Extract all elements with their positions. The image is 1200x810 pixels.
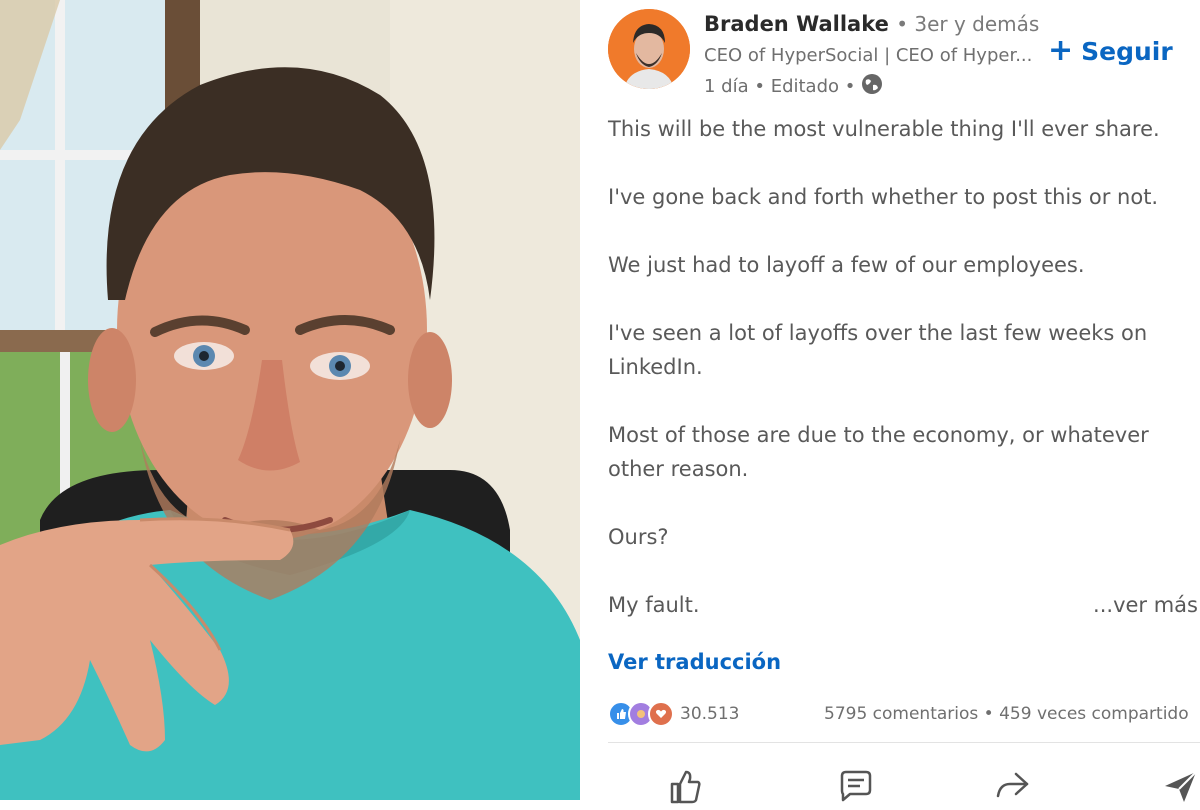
translate-link[interactable]: Ver traducción <box>608 650 781 674</box>
comment-icon[interactable] <box>836 766 880 806</box>
reaction-count[interactable]: 30.513 <box>680 704 739 724</box>
love-reaction-icon <box>648 701 674 727</box>
author-name[interactable]: Braden Wallake <box>704 12 889 36</box>
globe-icon <box>861 73 883 100</box>
see-more-link[interactable]: ...ver más <box>1093 588 1198 622</box>
follow-button[interactable]: + Seguir <box>1048 36 1173 66</box>
linkedin-post: Braden Wallake • 3er y demás CEO of Hype… <box>580 0 1200 804</box>
reactions-bar: 30.513 5795 comentarios • 459 veces comp… <box>608 700 1200 728</box>
post-last-line: My fault. ...ver más <box>608 588 1198 622</box>
reaction-icons[interactable] <box>608 701 674 727</box>
divider <box>608 742 1200 743</box>
post-paragraph: We just had to layoff a few of our emplo… <box>608 253 1085 277</box>
author-avatar[interactable] <box>608 9 690 89</box>
send-icon[interactable] <box>1160 766 1200 806</box>
post-meta: 1 día • Editado • <box>704 73 883 100</box>
author-headline: CEO of HyperSocial | CEO of Hyper... <box>704 45 1033 66</box>
post-paragraph: Ours? <box>608 525 669 549</box>
post-paragraph: I've gone back and forth whether to post… <box>608 185 1159 209</box>
connection-degree: • 3er y demás <box>896 12 1040 36</box>
post-body: This will be the most vulnerable thing I… <box>608 112 1198 622</box>
post-paragraph: Most of those are due to the economy, or… <box>608 423 1149 481</box>
author-name-line[interactable]: Braden Wallake • 3er y demás <box>704 12 1039 36</box>
post-paragraph: My fault. <box>608 593 700 617</box>
share-icon[interactable] <box>992 766 1036 806</box>
follow-label: Seguir <box>1081 36 1173 66</box>
post-paragraph: This will be the most vulnerable thing I… <box>608 117 1160 141</box>
post-time: 1 día • Editado • <box>704 76 856 97</box>
post-photo <box>0 0 580 800</box>
action-bar <box>608 760 1200 804</box>
like-icon[interactable] <box>664 766 708 806</box>
social-counts[interactable]: 5795 comentarios • 459 veces compartido <box>824 704 1189 724</box>
plus-icon: + <box>1048 33 1074 68</box>
post-paragraph: I've seen a lot of layoffs over the last… <box>608 321 1148 379</box>
